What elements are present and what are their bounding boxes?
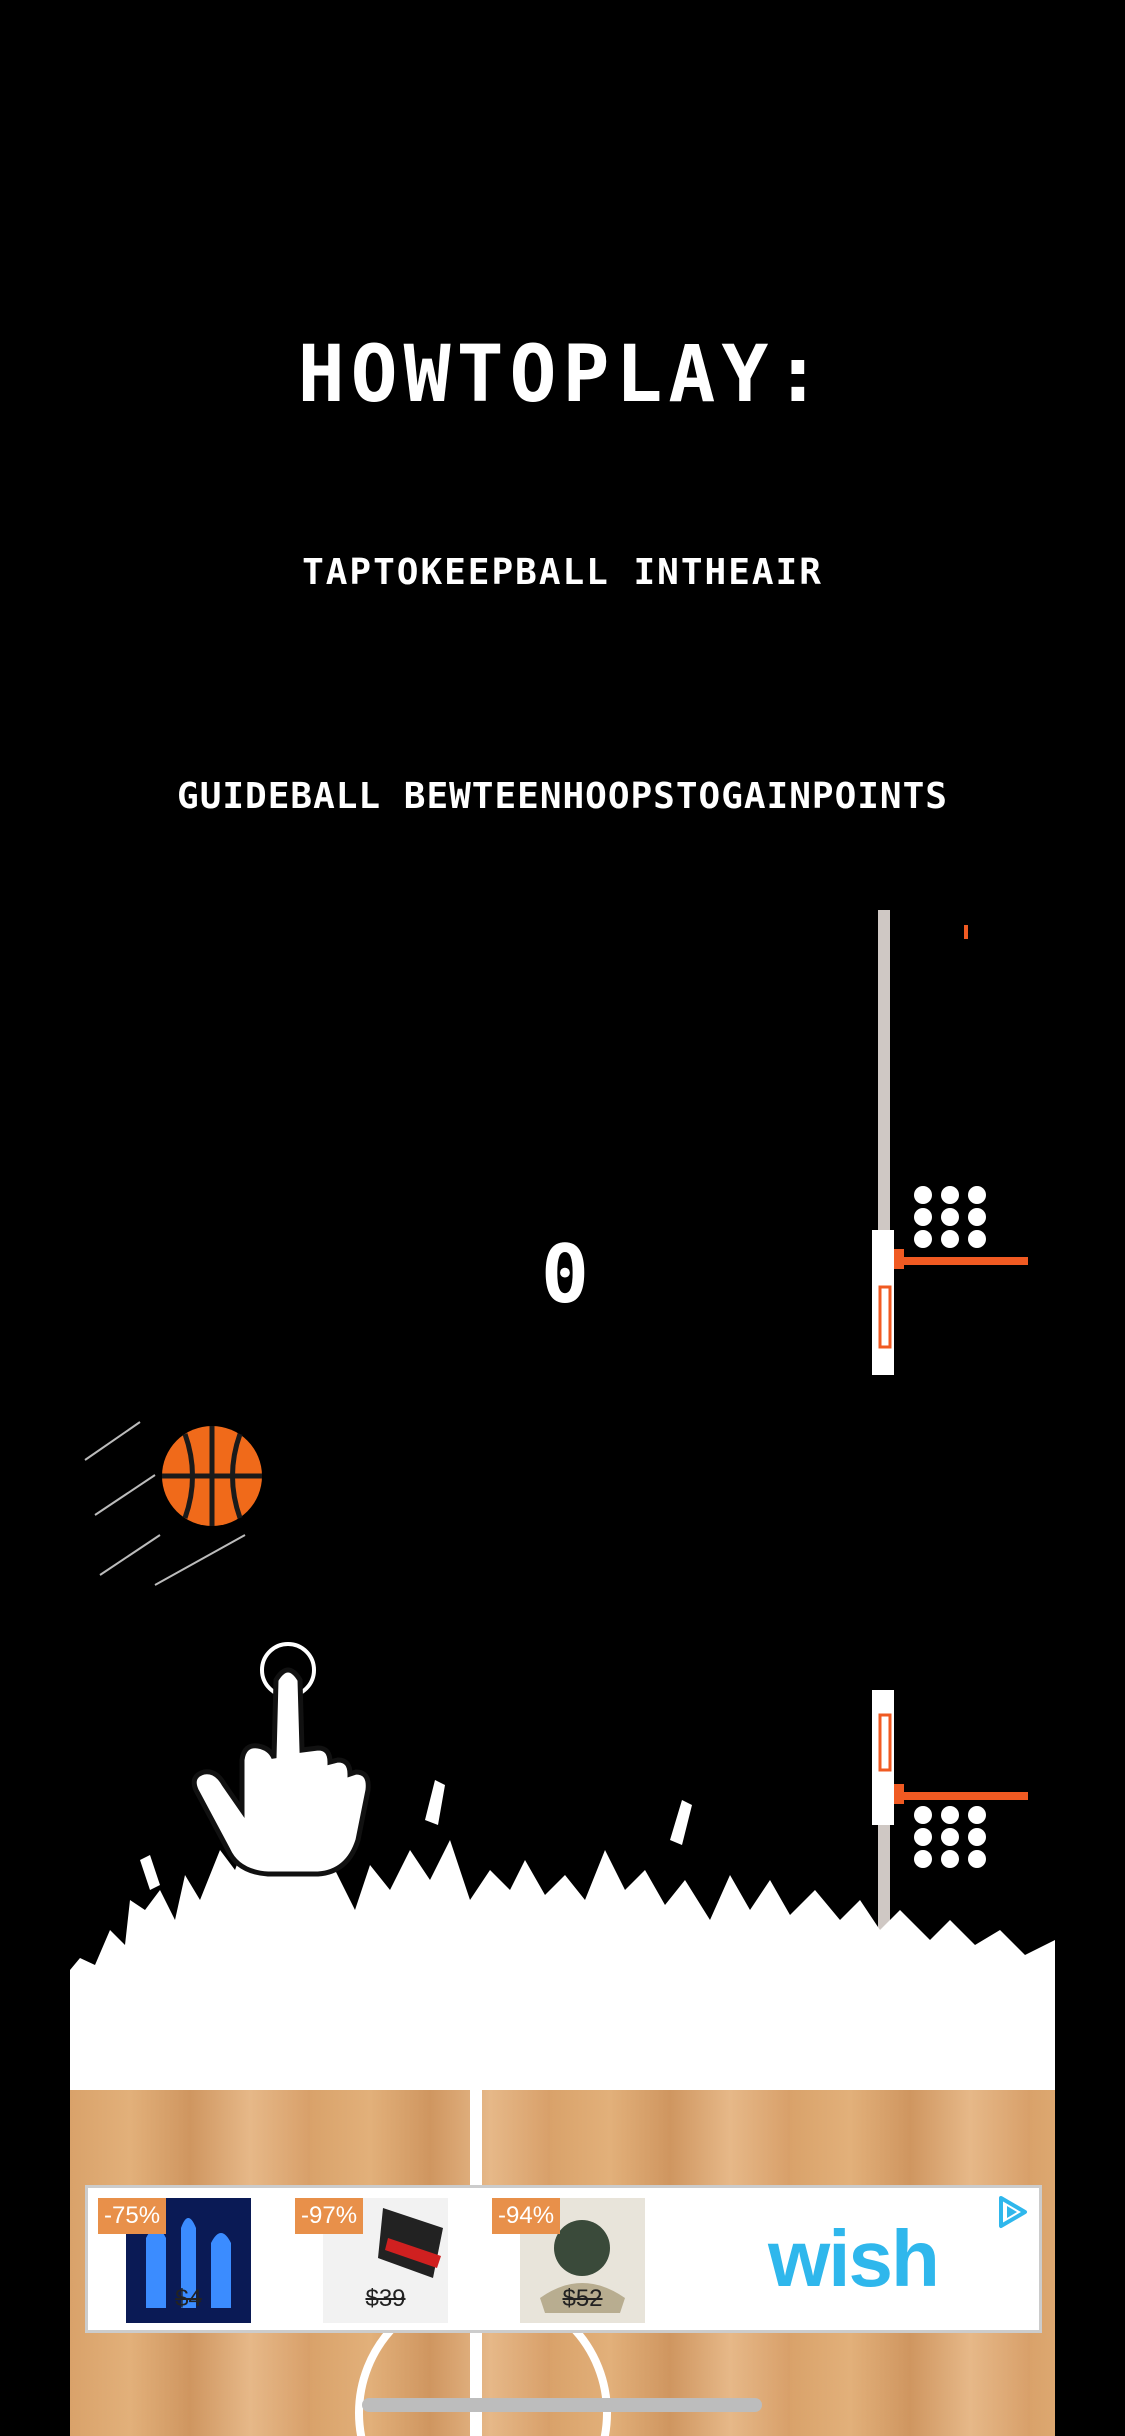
instruction-guide: GUIDEBALL BEWTEENHOOPSTOGAINPOINTS: [177, 776, 948, 817]
price: $39: [365, 2285, 406, 2312]
upper-hoop: [872, 910, 1028, 1375]
score-display: 0: [540, 1228, 590, 1321]
adchoices-icon[interactable]: [995, 2194, 1031, 2230]
ad-banner[interactable]: -75% $4 -97% $39 -94% $52 wish: [85, 2185, 1042, 2333]
basketball-icon: [84, 1421, 262, 1586]
price: $4: [175, 2285, 202, 2312]
discount-badge: -97%: [295, 2198, 364, 2234]
how-to-play-title: HOWTOPLAY:: [297, 330, 828, 420]
upper-net: [914, 1186, 986, 1248]
ad-item-1[interactable]: -75% $4: [98, 2198, 251, 2323]
discount-badge: -94%: [492, 2198, 561, 2234]
price: $52: [562, 2285, 603, 2312]
wish-logo[interactable]: wish: [768, 2213, 940, 2305]
discount-badge: -75%: [98, 2198, 167, 2234]
home-indicator[interactable]: [362, 2398, 762, 2412]
tap-hand-icon: [191, 1642, 371, 1877]
ad-item-2[interactable]: -97% $39: [295, 2198, 448, 2323]
instruction-tap: TAPTOKEEPBALL INTHEAIR: [302, 552, 823, 593]
ad-item-3[interactable]: -94% $52: [492, 2198, 645, 2323]
